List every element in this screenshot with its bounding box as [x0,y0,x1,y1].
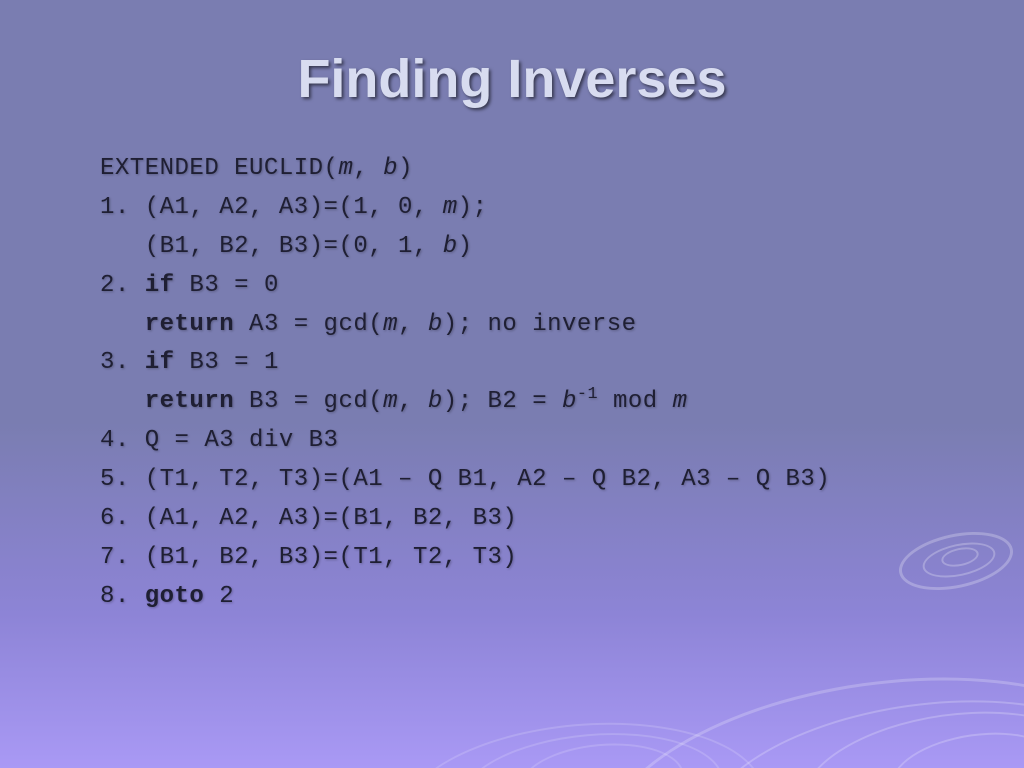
step-2: 2. if B3 = 0 [100,267,924,306]
text: (B1, B2, B3)=(T1, T2, T3) [145,544,518,571]
text: ) [458,233,473,260]
text: (A1, A2, A3)=(B1, B2, B3) [145,505,518,532]
indent [100,311,145,338]
step-number: 6. [100,505,145,532]
ripple-decoration [517,737,687,768]
param-b: b [383,155,398,182]
step-2-return: return A3 = gcd(m, b); no inverse [100,306,924,345]
indent [100,388,145,415]
text: B3 = 1 [175,349,279,376]
ripple-decoration [940,544,981,570]
algorithm-header: EXTENDED EUCLID(m, b) [100,150,924,189]
text: ) [398,155,413,182]
step-6: 6. (A1, A2, A3)=(B1, B2, B3) [100,500,924,539]
var-b: b [428,388,443,415]
keyword-if: if [145,349,175,376]
step-7: 7. (B1, B2, B3)=(T1, T2, T3) [100,539,924,578]
slide: Finding Inverses EXTENDED EUCLID(m, b) 1… [0,0,1024,768]
ripple-decoration [885,722,1024,768]
text: , [398,311,428,338]
keyword-if: if [145,272,175,299]
text: B3 = 0 [175,272,279,299]
var-m: m [673,388,688,415]
var-m: m [383,388,398,415]
step-1-cont: (B1, B2, B3)=(0, 1, b) [100,228,924,267]
keyword-return: return [145,311,234,338]
ripple-decoration [688,674,1024,768]
text: A3 = gcd( [234,311,383,338]
text: , [353,155,383,182]
ripple-decoration [791,694,1024,768]
step-4: 4. Q = A3 div B3 [100,422,924,461]
keyword-return: return [145,388,234,415]
var-m: m [443,194,458,221]
step-number: 3. [100,349,145,376]
slide-title: Finding Inverses [100,48,924,110]
var-b: b [443,233,458,260]
text: ); no inverse [443,311,637,338]
ripple-decoration [919,537,998,584]
text: 2 [204,583,234,610]
step-number: 4. [100,427,145,454]
text: ); B2 = [443,388,562,415]
var-b: b [562,388,577,415]
text: mod [598,388,673,415]
step-8: 8. goto 2 [100,578,924,617]
ripple-decoration [582,644,1024,768]
text: , [398,388,428,415]
step-3: 3. if B3 = 1 [100,344,924,383]
indent [100,233,145,260]
text: (B1, B2, B3)=(0, 1, [145,233,443,260]
step-number: 5. [100,466,145,493]
text: B3 = gcd( [234,388,383,415]
step-number: 1. [100,194,145,221]
step-number: 8. [100,583,145,610]
keyword-goto: goto [145,583,205,610]
step-number: 7. [100,544,145,571]
step-5: 5. (T1, T2, T3)=(A1 – Q B1, A2 – Q B2, A… [100,461,924,500]
algorithm-listing: EXTENDED EUCLID(m, b) 1. (A1, A2, A3)=(1… [100,150,924,617]
var-b: b [428,311,443,338]
text: ); [458,194,488,221]
exponent: -1 [577,385,598,404]
text: (T1, T2, T3)=(A1 – Q B1, A2 – Q B2, A3 –… [145,466,831,493]
text: (A1, A2, A3)=(1, 0, [145,194,443,221]
var-m: m [383,311,398,338]
step-1: 1. (A1, A2, A3)=(1, 0, m); [100,189,924,228]
step-3-return: return B3 = gcd(m, b); B2 = b-1 mod m [100,383,924,422]
ripple-decoration [456,723,729,768]
step-number: 2. [100,272,145,299]
text: EXTENDED EUCLID( [100,155,338,182]
ripple-decoration [394,708,771,768]
param-m: m [338,155,353,182]
text: Q = A3 div B3 [145,427,339,454]
